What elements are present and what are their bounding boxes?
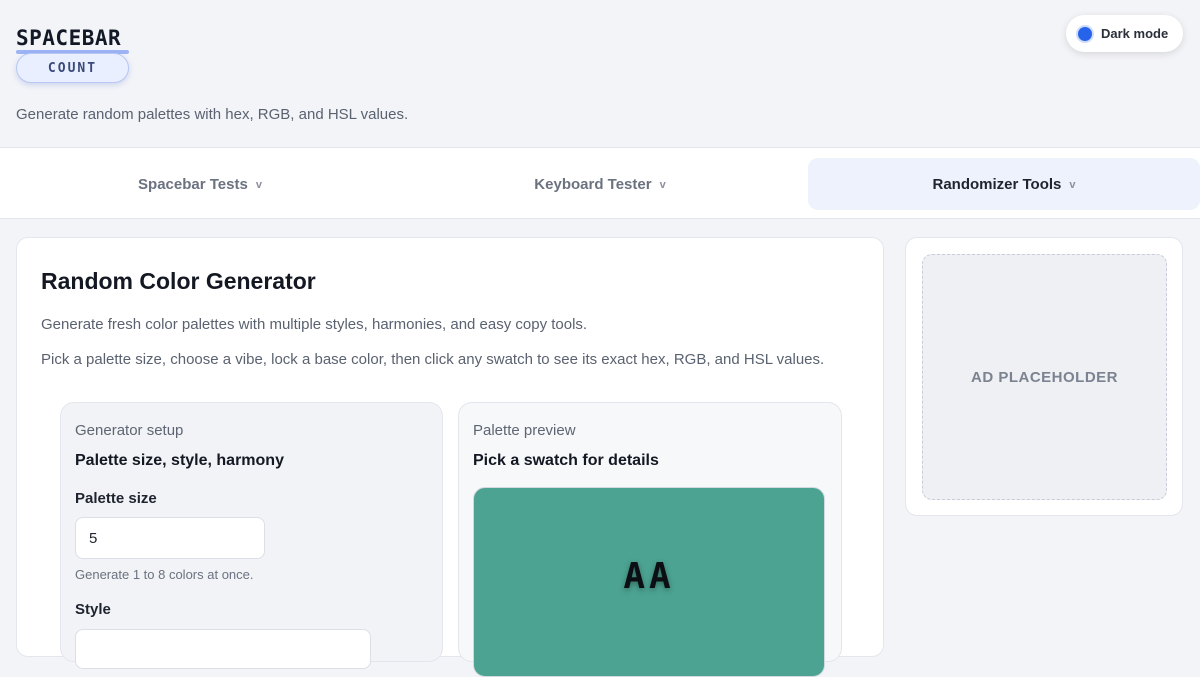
- palette-size-label: Palette size: [75, 490, 157, 507]
- generator-setup-panel: Generator setup Palette size, style, har…: [60, 402, 443, 669]
- panel-heading: Palette size, style, harmony: [75, 452, 284, 469]
- main-nav: Spacebar Tests v Keyboard Tester v Rando…: [0, 147, 1200, 219]
- nav-item-randomizer-tools[interactable]: Randomizer Tools v: [808, 158, 1200, 210]
- palette-preview-panel: Palette preview Pick a swatch for detail…: [458, 402, 842, 677]
- nav-item-label: Randomizer Tools: [932, 175, 1062, 193]
- toggle-dot-icon: [1078, 26, 1092, 41]
- swatch-contrast-text: AA: [623, 556, 675, 597]
- chevron-down-icon: v: [1069, 179, 1076, 191]
- chevron-down-icon: v: [255, 179, 262, 191]
- site-header: SPACEBAR COUNT Generate random palettes …: [0, 0, 1200, 148]
- dark-mode-label: Dark mode: [1101, 26, 1169, 41]
- ad-card: AD PLACEHOLDER: [905, 237, 1183, 516]
- panel-heading: Pick a swatch for details: [473, 452, 659, 469]
- logo-title: SPACEBAR: [16, 26, 122, 50]
- style-select[interactable]: [75, 629, 371, 669]
- page-title: Random Color Generator: [41, 268, 316, 294]
- palette-size-hint: Generate 1 to 8 colors at once.: [75, 567, 254, 582]
- chevron-down-icon: v: [659, 179, 666, 191]
- logo[interactable]: SPACEBAR COUNT: [16, 26, 132, 83]
- panel-kicker: Palette preview: [473, 422, 576, 439]
- nav-item-label: Spacebar Tests: [138, 175, 248, 193]
- palette-size-input[interactable]: [75, 517, 265, 559]
- ad-placeholder: AD PLACEHOLDER: [922, 254, 1167, 500]
- nav-item-spacebar-tests[interactable]: Spacebar Tests v: [4, 158, 396, 210]
- nav-item-label: Keyboard Tester: [534, 175, 652, 193]
- dark-mode-toggle[interactable]: Dark mode: [1066, 15, 1183, 52]
- panel-kicker: Generator setup: [75, 422, 184, 439]
- color-swatch[interactable]: AA: [473, 487, 825, 677]
- nav-item-keyboard-tester[interactable]: Keyboard Tester v: [404, 158, 796, 210]
- tagline: Generate random palettes with hex, RGB, …: [16, 106, 409, 123]
- logo-badge: COUNT: [16, 53, 129, 83]
- generator-card: Random Color Generator Generate fresh co…: [16, 237, 884, 677]
- instructions-text: Pick a palette size, choose a vibe, lock…: [41, 351, 825, 368]
- intro-text: Generate fresh color palettes with multi…: [41, 316, 588, 333]
- style-label: Style: [75, 601, 111, 618]
